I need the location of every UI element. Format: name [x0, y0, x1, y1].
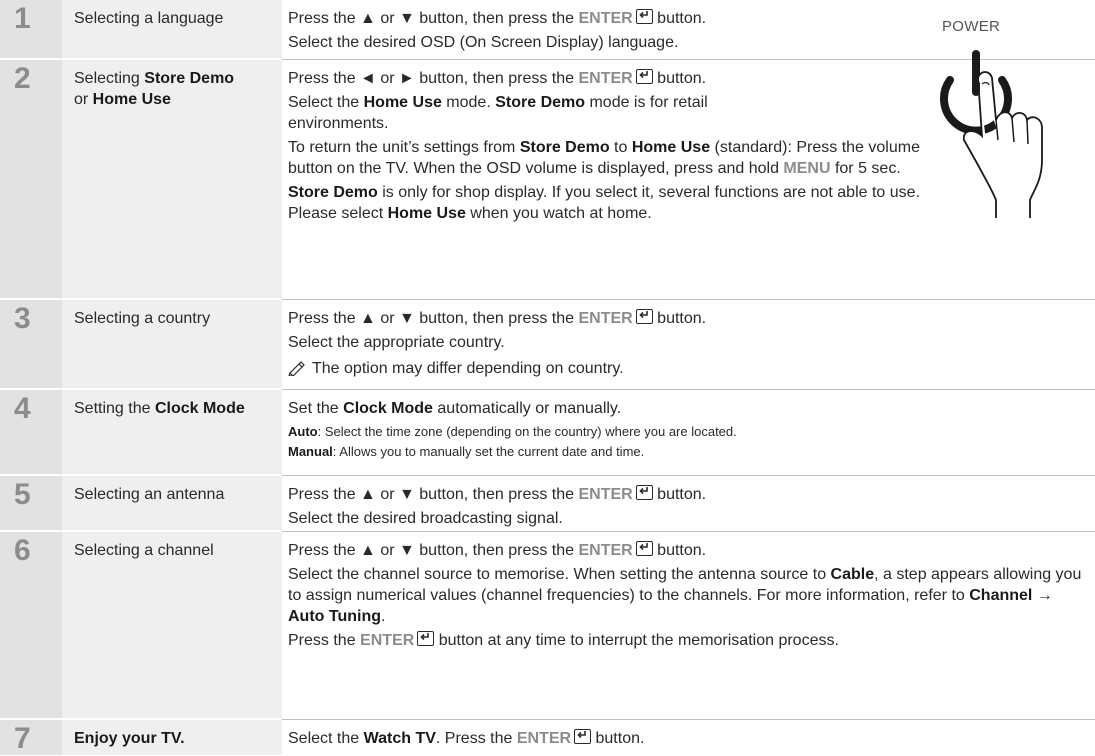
power-illustration: POWER: [930, 14, 1060, 234]
divider: [282, 299, 1095, 300]
step-number: 5: [0, 476, 62, 530]
power-label: POWER: [942, 18, 1001, 35]
step-row-3: 3 Selecting a country Press the ▲ or ▼ b…: [0, 300, 1095, 390]
divider: [282, 389, 1095, 390]
enter-key-icon: [574, 729, 592, 744]
enter-key-icon: [635, 69, 653, 84]
step-title: Selecting an antenna: [62, 476, 282, 530]
divider: [282, 531, 1095, 532]
step-title: Selecting Store Demo or Home Use: [62, 60, 282, 298]
enter-key-icon: [635, 541, 653, 556]
divider: [282, 719, 1095, 720]
step-number: 7: [0, 720, 62, 755]
step-row-4: 4 Setting the Clock Mode Set the Clock M…: [0, 390, 1095, 476]
step-number: 3: [0, 300, 62, 388]
enter-key-icon: [635, 485, 653, 500]
step-number: 4: [0, 390, 62, 474]
step-title: Selecting a country: [62, 300, 282, 388]
divider: [282, 475, 1095, 476]
step-description: Select the Watch TV. Press the ENTER but…: [282, 720, 1095, 755]
enter-key-icon: [417, 631, 435, 646]
step-number: 2: [0, 60, 62, 298]
step-row-7: 7 Enjoy your TV. Select the Watch TV. Pr…: [0, 720, 1095, 755]
step-title: Setting the Clock Mode: [62, 390, 282, 474]
step-title: Selecting a channel: [62, 532, 282, 718]
step-number: 6: [0, 532, 62, 718]
step-description: Press the ▲ or ▼ button, then press the …: [282, 476, 1095, 530]
step-description: Press the ▲ or ▼ button, then press the …: [282, 532, 1095, 718]
step-title: Selecting a language: [62, 0, 282, 58]
step-row-6: 6 Selecting a channel Press the ▲ or ▼ b…: [0, 532, 1095, 720]
enter-key-icon: [635, 309, 653, 324]
step-row-5: 5 Selecting an antenna Press the ▲ or ▼ …: [0, 476, 1095, 532]
power-button-hand-icon: [940, 50, 1043, 218]
step-description: Set the Clock Mode automatically or manu…: [282, 390, 1095, 474]
step-description: Press the ▲ or ▼ button, then press the …: [282, 300, 1095, 388]
step-title: Enjoy your TV.: [62, 720, 282, 755]
note-pencil-icon: [288, 360, 306, 382]
step-number: 1: [0, 0, 62, 58]
enter-key-icon: [635, 9, 653, 24]
